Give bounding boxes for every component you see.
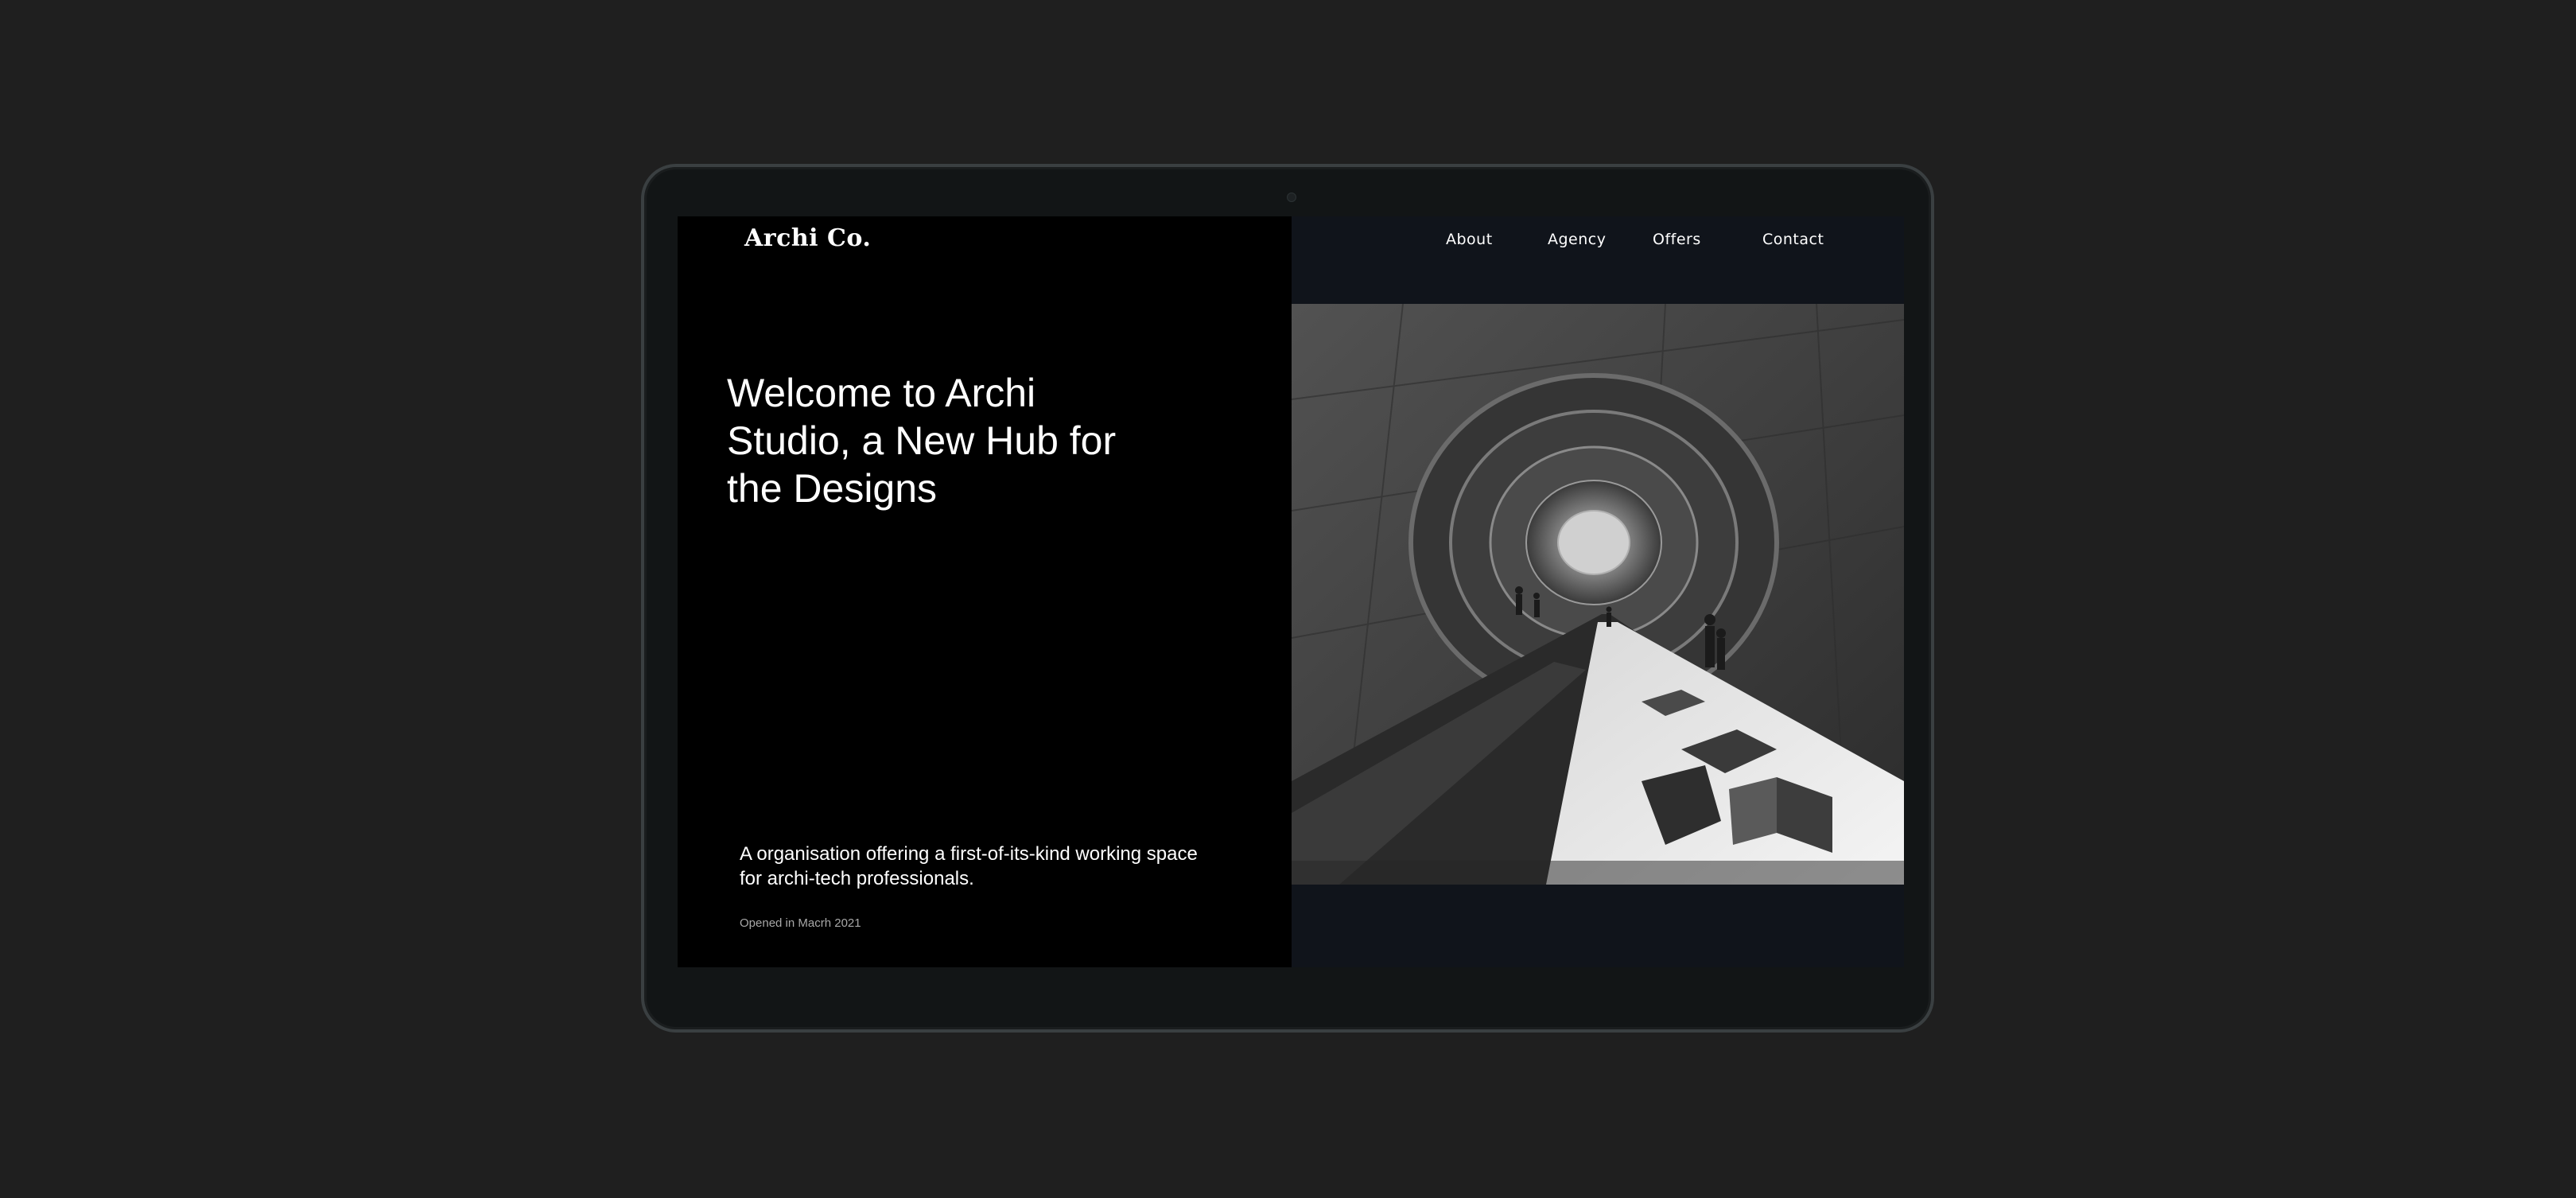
opened-date: Opened in Macrh 2021 <box>740 916 861 930</box>
nav-about-link[interactable]: About <box>1446 231 1493 248</box>
tablet-device-frame: Archi Co. Welcome to Archi Studio, a New… <box>641 164 1934 1033</box>
website-screen: Archi Co. Welcome to Archi Studio, a New… <box>678 216 1904 967</box>
nav-agency-link[interactable]: Agency <box>1548 231 1606 248</box>
nav-contact-link[interactable]: Contact <box>1762 231 1824 248</box>
nav-offers-link[interactable]: Offers <box>1653 231 1701 248</box>
hero-tagline: A organisation offering a first-of-its-k… <box>740 843 1198 889</box>
brand-logo[interactable]: Archi Co. <box>744 224 871 252</box>
camera-dot <box>1287 193 1296 202</box>
hero-text-panel: Archi Co. Welcome to Archi Studio, a New… <box>678 216 1292 967</box>
hero-headline: Welcome to Archi Studio, a New Hub for t… <box>727 371 1117 511</box>
hero-architecture-photo <box>1292 304 1904 885</box>
